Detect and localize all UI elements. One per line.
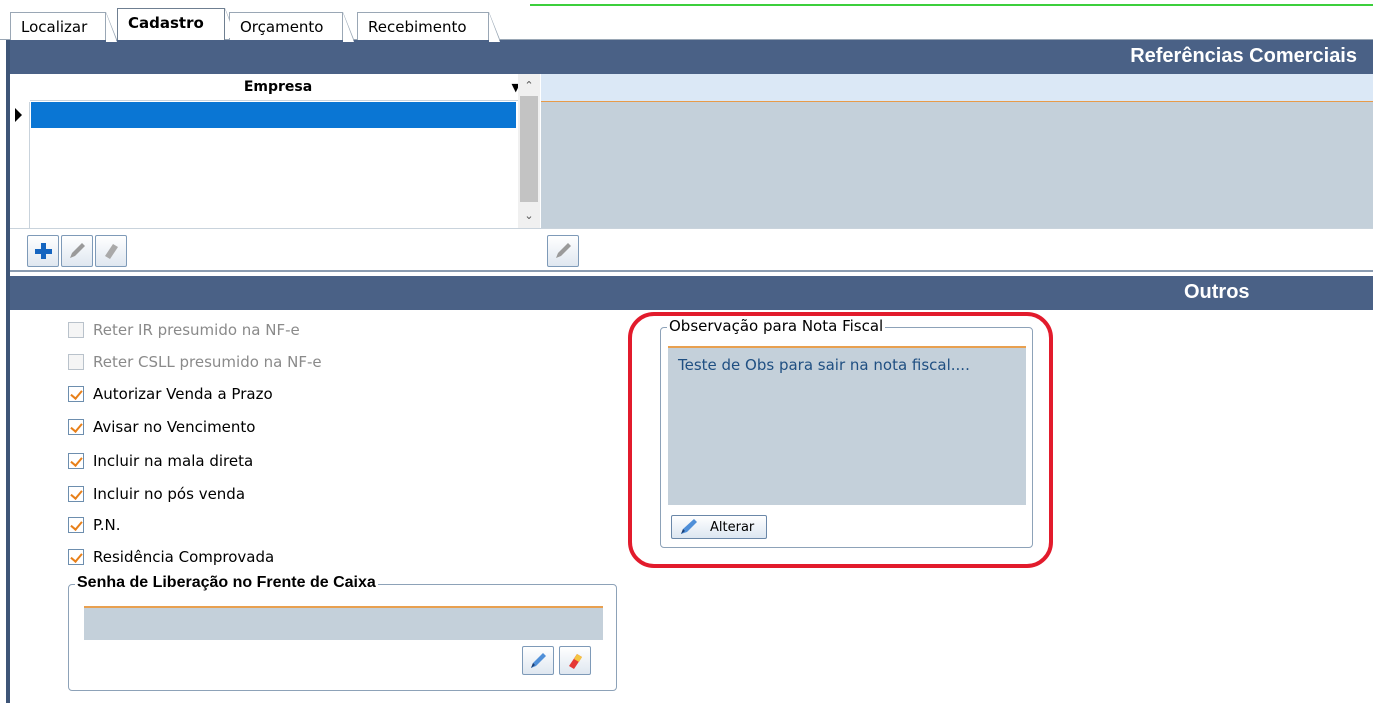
- checkbox-box[interactable]: [68, 517, 84, 533]
- referencias-header: Referências Comerciais: [10, 40, 1373, 74]
- tab-bar: Localizar Cadastro Orçamento Recebimento: [0, 4, 1373, 43]
- checkbox-reter-csll[interactable]: Reter CSLL presumido na NF-e: [68, 351, 322, 373]
- checkbox-label: Incluir no pós venda: [93, 485, 246, 503]
- senha-field[interactable]: [84, 608, 603, 640]
- outros-title: Outros: [1184, 281, 1250, 303]
- checkbox-box[interactable]: [68, 322, 84, 338]
- delete-button[interactable]: [95, 235, 127, 267]
- add-button[interactable]: [27, 235, 59, 267]
- window: Localizar Cadastro Orçamento Recebimento…: [0, 0, 1373, 703]
- checkbox-box[interactable]: [68, 453, 84, 469]
- checkbox-box[interactable]: [68, 386, 84, 402]
- scroll-thumb[interactable]: [520, 96, 538, 202]
- highlight-annotation: [628, 312, 1053, 568]
- checkbox-box[interactable]: [68, 486, 84, 502]
- senha-title: Senha de Liberação no Frente de Caixa: [75, 574, 378, 592]
- checkbox-box[interactable]: [68, 419, 84, 435]
- checkbox-label: Reter IR presumido na NF-e: [93, 321, 300, 339]
- senha-clear-button[interactable]: [559, 646, 591, 675]
- checkbox-box[interactable]: [68, 354, 84, 370]
- referencias-detail-panel: [541, 74, 1373, 228]
- referencias-grid[interactable]: Empresa ▼ ⌃ ⌄: [10, 74, 540, 228]
- tab-label: Orçamento: [240, 18, 324, 36]
- senha-edit-button[interactable]: [522, 646, 554, 675]
- eraser-icon: [569, 653, 582, 669]
- referencias-title: Referências Comerciais: [1130, 45, 1357, 67]
- tab-localizar[interactable]: Localizar: [10, 12, 118, 42]
- scroll-down-icon[interactable]: ⌄: [518, 206, 540, 226]
- detail-edit-button[interactable]: [547, 235, 579, 267]
- checkbox-autorizar-venda[interactable]: Autorizar Venda a Prazo: [68, 383, 273, 405]
- referencias-toolbar: [10, 228, 1373, 270]
- checkbox-avisar-vencimento[interactable]: Avisar no Vencimento: [68, 416, 255, 438]
- outros-header: Outros: [10, 276, 1373, 310]
- tab-cadastro[interactable]: Cadastro: [117, 8, 237, 43]
- grid-scrollbar[interactable]: ⌃ ⌄: [518, 74, 540, 228]
- checkbox-label: Residência Comprovada: [93, 548, 275, 566]
- column-header-empresa[interactable]: Empresa ▼: [30, 74, 526, 101]
- table-row-selected[interactable]: [31, 102, 516, 128]
- checkbox-label: Reter CSLL presumido na NF-e: [93, 353, 322, 371]
- tab-recebimento[interactable]: Recebimento: [357, 12, 501, 42]
- plus-icon: [35, 243, 52, 259]
- scroll-up-icon[interactable]: ⌃: [518, 76, 540, 96]
- tab-label: Cadastro: [128, 14, 204, 32]
- senha-groupbox: Senha de Liberação no Frente de Caixa: [68, 574, 617, 691]
- checkbox-pos-venda[interactable]: Incluir no pós venda: [68, 483, 245, 505]
- checkbox-label: Incluir na mala direta: [93, 452, 254, 470]
- detail-header-strip: [541, 74, 1373, 102]
- checkbox-label: P.N.: [93, 516, 121, 534]
- column-header-label: Empresa: [243, 79, 313, 95]
- edit-button[interactable]: [61, 235, 93, 267]
- tab-label: Localizar: [21, 18, 88, 36]
- checkbox-mala-direta[interactable]: Incluir na mala direta: [68, 450, 253, 472]
- checkbox-reter-ir[interactable]: Reter IR presumido na NF-e: [68, 319, 300, 341]
- edit-pencil-icon: [70, 243, 85, 258]
- edit-pencil-icon: [556, 243, 571, 258]
- eraser-icon: [105, 244, 118, 259]
- tab-orcamento[interactable]: Orçamento: [229, 12, 355, 42]
- checkbox-box[interactable]: [68, 549, 84, 565]
- top-bar: [0, 0, 1373, 6]
- current-row-arrow-icon: [15, 108, 22, 122]
- checkbox-label: Avisar no Vencimento: [93, 418, 256, 436]
- checkbox-pn[interactable]: P.N.: [68, 514, 120, 536]
- edit-pencil-icon: [531, 652, 546, 668]
- checkbox-residencia[interactable]: Residência Comprovada: [68, 546, 274, 568]
- divider: [10, 270, 1373, 272]
- tab-label: Recebimento: [368, 18, 467, 36]
- row-indicator: [10, 102, 30, 228]
- checkbox-label: Autorizar Venda a Prazo: [93, 385, 273, 403]
